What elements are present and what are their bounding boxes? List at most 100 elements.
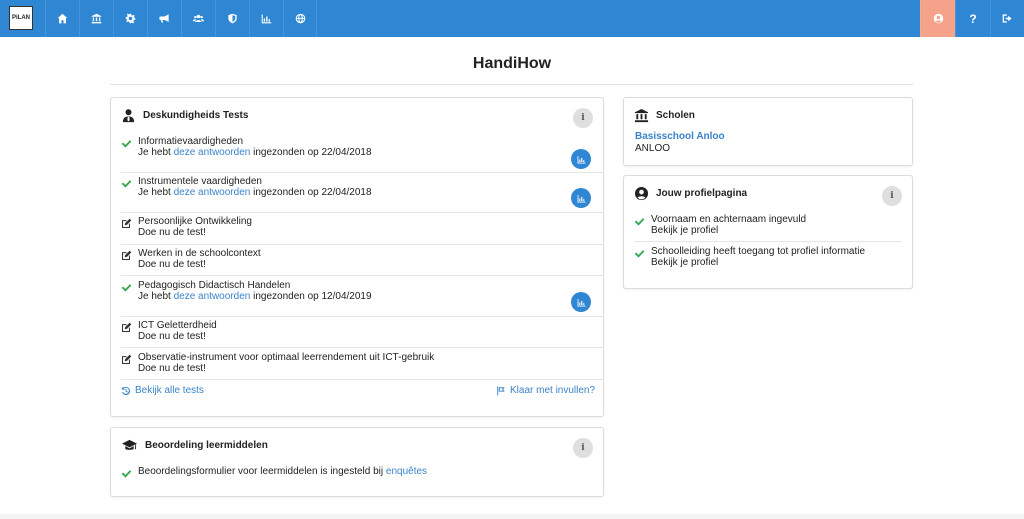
review-info-button[interactable]: i: [573, 438, 593, 458]
start-test-link[interactable]: Doe nu de test!: [138, 363, 206, 374]
view-profile-link[interactable]: Bekijk je profiel: [651, 257, 718, 268]
test-row: Persoonlijke Ontwikkeling Doe nu de test…: [121, 216, 603, 245]
answers-link[interactable]: deze antwoorden: [174, 147, 251, 158]
users-icon: [193, 14, 204, 22]
test-title: Werken in de schoolcontext: [138, 248, 261, 259]
home-icon: [57, 13, 68, 24]
test-title: Persoonlijke Ontwikkeling: [138, 216, 252, 227]
school-place: ANLOO: [635, 143, 671, 154]
bullhorn-icon: [159, 14, 169, 23]
shield-icon: [228, 13, 237, 24]
nav-institution[interactable]: [79, 0, 113, 37]
test-row: ICT Geletterdheid Doe nu de test!: [121, 320, 603, 348]
edit-icon: [122, 218, 132, 228]
info-icon: i: [890, 191, 894, 201]
profile-card-header: Jouw profielpagina: [634, 185, 747, 201]
nav-settings[interactable]: [113, 0, 147, 37]
review-status-row: Beoordelingsformulier voor leermiddelen …: [121, 466, 603, 480]
answers-link[interactable]: deze antwoorden: [174, 291, 251, 302]
test-title: Instrumentele vaardigheden: [138, 176, 262, 187]
edit-icon: [122, 250, 132, 260]
profile-item-text: Schoolleiding heeft toegang tot profiel …: [651, 246, 866, 257]
nav-security[interactable]: [215, 0, 249, 37]
test-title: Informatievaardigheden: [138, 136, 244, 147]
nav-language[interactable]: [283, 0, 317, 37]
review-text: Beoordelingsformulier voor leermiddelen …: [138, 466, 386, 477]
start-test-link[interactable]: Doe nu de test!: [138, 259, 206, 270]
logo-text: PiLAN: [12, 15, 30, 21]
title-divider: [110, 84, 913, 85]
nav-help[interactable]: ?: [955, 0, 990, 37]
test-row: Informatievaardigheden Je hebt deze antw…: [121, 136, 603, 173]
test-title: Observatie-instrument voor optimaal leer…: [138, 352, 435, 363]
done-filling-link[interactable]: Klaar met invullen?: [496, 385, 595, 396]
institution-icon: [634, 108, 649, 122]
cogs-icon: [125, 13, 136, 24]
user-circle-icon: [933, 13, 943, 24]
submission-date: ingezonden op 22/04/2018: [250, 187, 372, 198]
submission-prefix: Je hebt: [138, 147, 174, 158]
check-icon: [634, 218, 645, 226]
answers-link[interactable]: deze antwoorden: [174, 187, 251, 198]
submission-prefix: Je hebt: [138, 291, 174, 302]
all-tests-label: Bekijk alle tests: [135, 385, 204, 396]
nav-users[interactable]: [181, 0, 215, 37]
sign-out-icon: [1002, 14, 1012, 23]
institution-icon: [91, 13, 102, 24]
check-icon: [121, 140, 132, 148]
submission-date: ingezonden op 22/04/2018: [250, 147, 372, 158]
check-icon: [121, 180, 132, 188]
view-profile-link[interactable]: Bekijk je profiel: [651, 225, 718, 236]
profile-card-title: Jouw profielpagina: [656, 187, 748, 199]
page-title: HandiHow: [472, 55, 552, 72]
nav-home[interactable]: [45, 0, 79, 37]
user-circle-icon: [634, 186, 649, 200]
info-icon: i: [581, 443, 585, 453]
test-row: Pedagogisch Didactisch Handelen Je hebt …: [121, 280, 603, 317]
school-name-link[interactable]: Basisschool Anloo: [635, 131, 725, 142]
nav-profile[interactable]: [920, 0, 955, 37]
review-card-title: Beoordeling leermiddelen: [145, 439, 268, 451]
results-chart-button[interactable]: [571, 292, 591, 312]
submission-date: ingezonden op 12/04/2019: [250, 291, 372, 302]
all-tests-link[interactable]: Bekijk alle tests: [121, 385, 204, 396]
question-icon: ?: [969, 11, 977, 26]
page-bottom-strip: [0, 514, 1024, 519]
check-icon: [634, 250, 645, 258]
schools-card-title: Scholen: [656, 109, 695, 121]
done-filling-label: Klaar met invullen?: [510, 385, 596, 396]
start-test-link[interactable]: Doe nu de test!: [138, 227, 206, 238]
tests-card-header: Deskundigheids Tests: [121, 107, 248, 123]
test-row: Werken in de schoolcontext Doe nu de tes…: [121, 248, 603, 276]
review-card-header: Beoordeling leermiddelen: [121, 437, 268, 453]
nav-logout[interactable]: [990, 0, 1024, 37]
review-status-text: Beoordelingsformulier voor leermiddelen …: [138, 466, 427, 477]
start-test-link[interactable]: Doe nu de test!: [138, 331, 206, 342]
profile-item-text: Voornaam en achternaam ingevuld: [651, 214, 807, 225]
app-logo[interactable]: PiLAN: [9, 6, 33, 30]
profile-info-button[interactable]: i: [882, 186, 902, 206]
bar-chart-icon: [577, 298, 585, 306]
test-title: ICT Geletterdheid: [138, 320, 217, 331]
test-row: Instrumentele vaardigheden Je hebt deze …: [121, 176, 603, 213]
test-row: Observatie-instrument voor optimaal leer…: [121, 352, 603, 380]
results-chart-button[interactable]: [571, 149, 591, 169]
edit-icon: [122, 354, 132, 364]
nav-announcements[interactable]: [147, 0, 181, 37]
profile-item: Voornaam en achternaam ingevuld Bekijk j…: [634, 214, 902, 242]
test-submission: Je hebt deze antwoorden ingezonden op 22…: [138, 187, 372, 198]
history-icon: [121, 386, 131, 395]
tests-info-button[interactable]: i: [573, 108, 593, 128]
check-icon: [121, 284, 132, 292]
results-chart-button[interactable]: [571, 188, 591, 208]
test-submission: Je hebt deze antwoorden ingezonden op 22…: [138, 147, 372, 158]
top-navbar: PiLAN ?: [0, 0, 1024, 37]
schools-card: Scholen Basisschool Anloo ANLOO: [623, 97, 913, 166]
review-card: Beoordeling leermiddelen i Beoordelingsf…: [110, 427, 604, 497]
info-icon: i: [581, 113, 585, 123]
tests-card: Deskundigheids Tests i Informatievaardig…: [110, 97, 604, 417]
nav-statistics[interactable]: [249, 0, 283, 37]
profile-item: Schoolleiding heeft toegang tot profiel …: [634, 246, 902, 274]
surveys-link[interactable]: enquêtes: [386, 466, 427, 477]
test-submission: Je hebt deze antwoorden ingezonden op 12…: [138, 291, 372, 302]
